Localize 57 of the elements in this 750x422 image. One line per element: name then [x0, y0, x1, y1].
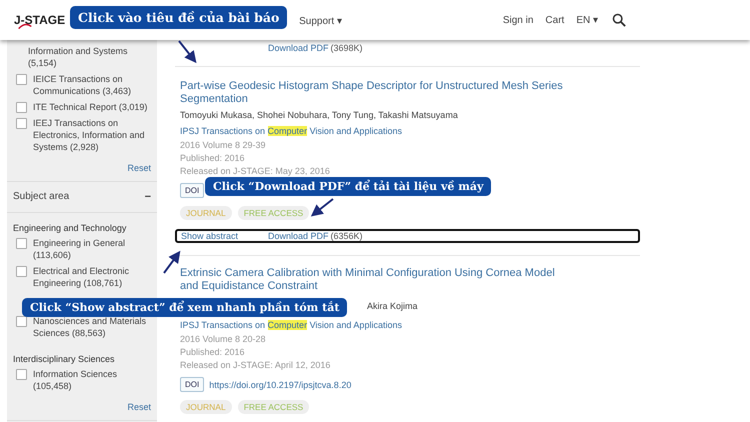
- filter-label: Nanosciences and Materials Sciences (88,563): [33, 315, 148, 339]
- article-link[interactable]: Download PDF: [268, 43, 329, 53]
- header-link[interactable]: Cart: [545, 14, 564, 26]
- instruction-callout: Click “Download PDF” để tải tài liệu về máy: [205, 177, 492, 196]
- filter-label: ITE Technical Report (3,019): [33, 101, 148, 113]
- release-date: Released on J-STAGE: May 23, 2016: [180, 165, 331, 178]
- subgroup-title: Engineering and Technology: [13, 222, 128, 234]
- arrow: [163, 250, 180, 274]
- filter-label: Engineering in General (113,606): [33, 237, 126, 261]
- doi-badge: DOI: [180, 183, 204, 198]
- instruction-callout: Click “Show abstract” để xem nhanh phần tóm tắt: [22, 298, 348, 317]
- filter-label: Information Sciences (105,458): [33, 368, 118, 392]
- checkbox[interactable]: [16, 266, 27, 277]
- access-tag: FREE ACCESS: [238, 206, 310, 220]
- arrow: [310, 198, 334, 216]
- checkbox[interactable]: [16, 102, 27, 113]
- author-list: Tomoyuki Mukasa, Shohei Nobuhara, Tony Tung, Takashi Matsuyama: [180, 110, 458, 120]
- journal-name[interactable]: IPSJ Transactions on Computer Vision and Applications: [180, 320, 402, 330]
- release-date: Released on J-STAGE: April 12, 2016: [180, 359, 332, 372]
- volume-text: 2016 Volume 8 20-28: [180, 333, 267, 346]
- article-link[interactable]: Show abstract: [181, 231, 238, 241]
- checkbox[interactable]: [16, 118, 27, 129]
- doi-badge: DOI: [180, 377, 204, 392]
- author-list: Akira Kojima: [367, 301, 418, 311]
- journal-name[interactable]: IPSJ Transactions on Computer Vision and Applications: [180, 126, 402, 136]
- filter-label: IEICE Transactions on Communications (3,463): [33, 73, 132, 97]
- reset-link[interactable]: Reset: [127, 401, 151, 413]
- checkbox[interactable]: [16, 74, 27, 85]
- checkbox[interactable]: [16, 316, 27, 327]
- access-tag: FREE ACCESS: [238, 400, 310, 414]
- collapse-toggle[interactable]: −: [144, 191, 151, 203]
- instruction-callout: Click vào tiêu đề của bài báo: [70, 6, 288, 29]
- reset-link[interactable]: Reset: [127, 162, 151, 174]
- subgroup-title: Interdisciplinary Sciences: [13, 353, 116, 365]
- file-size: (6356K): [330, 231, 363, 241]
- filter-label: Information and Systems (5,154): [27, 45, 129, 69]
- filter-label: Electrical and Electronic Engineering (108,761): [33, 265, 130, 289]
- article-link[interactable]: Download PDF: [268, 231, 329, 241]
- header-link[interactable]: Sign in: [502, 14, 534, 26]
- nav-menu[interactable]: Support ▾: [299, 16, 342, 27]
- volume-text: 2016 Volume 8 29-39: [180, 139, 267, 152]
- arrow: [178, 40, 196, 64]
- published-date: Published: 2016: [180, 346, 246, 359]
- access-tag: JOURNAL: [180, 400, 232, 414]
- logo[interactable]: J-STAGE: [14, 13, 66, 27]
- language-menu[interactable]: EN ▾: [576, 14, 598, 26]
- checkbox[interactable]: [16, 238, 27, 249]
- article-title[interactable]: Part-wise Geodesic Histogram Shape Descriptor for Unstructured Mesh Series Segmentation: [180, 80, 575, 106]
- doi-link[interactable]: https://doi.org/10.2197/ipsjtcva.8.20: [209, 380, 352, 390]
- file-size: (3698K): [330, 43, 363, 53]
- search-icon[interactable]: [612, 13, 626, 27]
- checkbox[interactable]: [16, 369, 27, 380]
- section-title: Subject area: [13, 191, 70, 203]
- article-title[interactable]: Extrinsic Camera Calibration with Minimal Configuration Using Cornea Model and Equidistance Constraint: [180, 267, 575, 293]
- filter-label: IEEJ Transactions on Electronics, Information and Systems (2,928): [33, 117, 146, 153]
- published-date: Published: 2016: [180, 152, 246, 165]
- access-tag: JOURNAL: [180, 206, 232, 220]
